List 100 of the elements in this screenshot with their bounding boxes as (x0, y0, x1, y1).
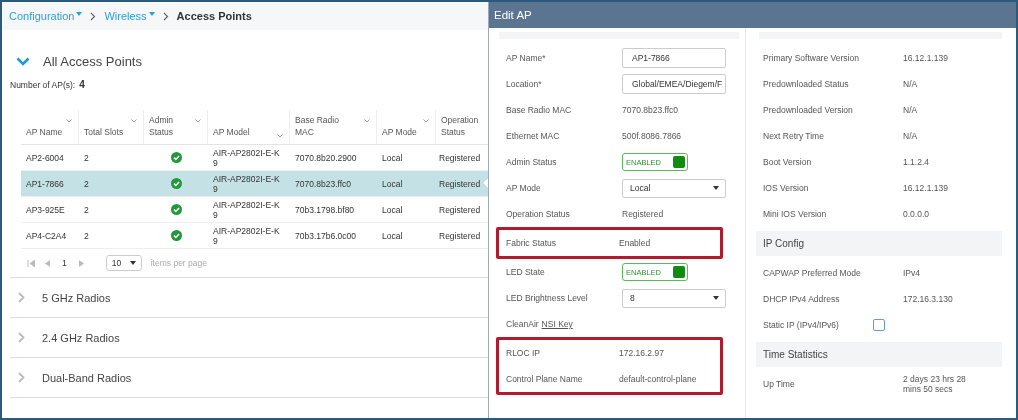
table-cell-text: 7070.8b23.ffc0 (294, 178, 353, 189)
table-cell-text: Registered (438, 178, 482, 189)
table-cell-text: Local (381, 204, 404, 215)
field-label: LED Brightness Level (506, 293, 589, 303)
field-label: Mini IOS Version (763, 209, 828, 219)
next-page-icon[interactable] (78, 259, 85, 267)
sort-icon[interactable] (131, 119, 137, 123)
field-value: N/A (903, 131, 919, 141)
sort-icon[interactable] (364, 119, 370, 123)
field-value: N/A (903, 79, 919, 89)
page-number[interactable]: 1 (62, 258, 67, 268)
column-header[interactable]: AP Model (213, 126, 250, 138)
field-label: CleanAir (506, 319, 540, 329)
field-value: default-control-plane (619, 374, 698, 384)
sort-icon[interactable] (66, 119, 72, 123)
sort-icon[interactable] (195, 119, 201, 123)
field-label: Location* (506, 79, 543, 89)
column-header[interactable]: Admin Status (149, 114, 195, 138)
field-value: 16.12.1.139 (903, 183, 949, 193)
column-header[interactable]: Operation Status (441, 114, 484, 138)
table-cell-text: 2 (83, 152, 90, 163)
table-cell-text: 70b3.1798.bf80 (294, 204, 356, 215)
table-cell-text: 2 (83, 230, 90, 241)
checkbox[interactable] (873, 319, 885, 331)
field-label: LED State (506, 267, 546, 277)
table-row[interactable]: AP3-925E 2 AIR-AP2802I-E-K9 70b3.1798.bf80 Local Registered (21, 197, 488, 223)
field-value: 172.16.2.97 (619, 348, 665, 358)
count-value: 4 (79, 79, 85, 90)
table-row[interactable]: AP4-C2A4 2 AIR-AP2802I-E-K9 70b3.17b6.0c00 Local Registered (21, 223, 488, 249)
field-label: Static IP (IPv4/IPv6) (763, 320, 840, 330)
dropdown-select[interactable]: 8 (622, 288, 726, 308)
panel-title: Edit AP (494, 9, 532, 21)
table-cell-text: 2 (83, 204, 90, 215)
help-link[interactable]: NSI Key (541, 319, 573, 329)
table-cell-text: AIR-AP2802I-E-K9 (212, 199, 281, 220)
field-value: 16.12.1.139 (903, 53, 949, 63)
input-field[interactable]: AP1-7866 (622, 48, 726, 68)
table-cell-text: 7070.8b20.2900 (294, 152, 358, 163)
field-label: AP Name* (506, 53, 547, 63)
field-label: Predownloaded Status (763, 79, 850, 89)
chevron-right-icon (162, 11, 169, 21)
field-label: Control Plane Name (506, 374, 584, 384)
field-value: 0.0.0.0 (903, 209, 930, 219)
table-cell-text: Registered (438, 152, 482, 163)
table-cell-text: AIR-AP2802I-E-K9 (212, 225, 281, 246)
field-value: IPv4 (903, 268, 921, 278)
table-cell-text: 2 (83, 178, 90, 189)
table-cell-text: Local (381, 178, 404, 189)
field-value: 172.16.3.130 (903, 294, 954, 304)
table-cell-text: AIR-AP2802I-E-K9 (212, 147, 281, 168)
chevron-right-icon[interactable] (18, 292, 25, 303)
sort-icon[interactable] (277, 134, 283, 138)
field-value: 7070.8b23.ffc0 (622, 105, 680, 115)
field-label: Ethernet MAC (506, 131, 561, 141)
table-cell-text: Registered (438, 204, 482, 215)
field-label: Next Retry Time (763, 131, 825, 141)
field-value: N/A (903, 105, 919, 115)
field-value: 2 days 23 hrs 28 mins 50 secs (903, 374, 967, 394)
dropdown-select[interactable]: Local (622, 178, 726, 198)
field-label: Predownloaded Version (763, 105, 854, 115)
caret-down-icon[interactable] (713, 186, 719, 190)
chevron-down-icon[interactable] (16, 57, 30, 66)
column-header[interactable]: AP Name (26, 126, 63, 138)
field-label: Fabric Status (506, 238, 558, 248)
section-title: Time Statistics (763, 349, 828, 360)
chevron-right-icon (90, 11, 97, 21)
field-label: Up Time (763, 379, 796, 389)
page-size-select[interactable]: 10 (105, 255, 142, 271)
chevron-right-icon[interactable] (18, 332, 25, 343)
table-cell-text: 70b3.17b6.0c00 (294, 230, 357, 241)
caret-down-icon[interactable] (129, 261, 136, 265)
field-value: 500f.8086.7866 (622, 131, 683, 141)
column-header[interactable]: AP Mode (382, 126, 417, 138)
table-cell-text: AIR-AP2802I-E-K9 (212, 173, 281, 194)
field-label: RLOC IP (506, 348, 541, 358)
first-page-icon[interactable] (27, 259, 35, 267)
input-field[interactable]: Global/EMEA/Diegem/F (622, 74, 726, 94)
previous-page-icon[interactable] (44, 259, 50, 267)
section-title[interactable]: All Access Points (43, 54, 142, 69)
sort-icon[interactable] (423, 119, 429, 123)
caret-down-icon[interactable] (713, 296, 719, 300)
table-cell-text: AP2-6004 (25, 152, 65, 163)
table-cell-text: AP3-925E (25, 204, 66, 215)
field-value: Enabled (619, 238, 652, 248)
field-label: AP Mode (506, 183, 542, 193)
table-cell-text: AP1-7866 (25, 178, 65, 189)
field-label: IOS Version (763, 183, 810, 193)
chevron-right-icon[interactable] (18, 372, 25, 383)
field-label: Base Radio MAC (506, 105, 573, 115)
table-cell-text: Local (381, 230, 404, 241)
table-row[interactable]: AP1-7866 2 AIR-AP2802I-E-K9 7070.8b23.ffc0 Local Registered (21, 171, 488, 197)
section-title[interactable]: Dual-Band Radios (42, 371, 132, 384)
field-label: Admin Status (506, 157, 558, 167)
field-label: Operation Status (506, 209, 571, 219)
column-header[interactable]: Total Slots (84, 126, 124, 138)
field-label: Primary Software Version (763, 53, 860, 63)
column-header[interactable]: Base Radio MAC (295, 114, 341, 138)
section-title[interactable]: 2.4 GHz Radios (42, 331, 120, 344)
section-title[interactable]: 5 GHz Radios (42, 291, 111, 304)
section-title: IP Config (763, 238, 804, 249)
